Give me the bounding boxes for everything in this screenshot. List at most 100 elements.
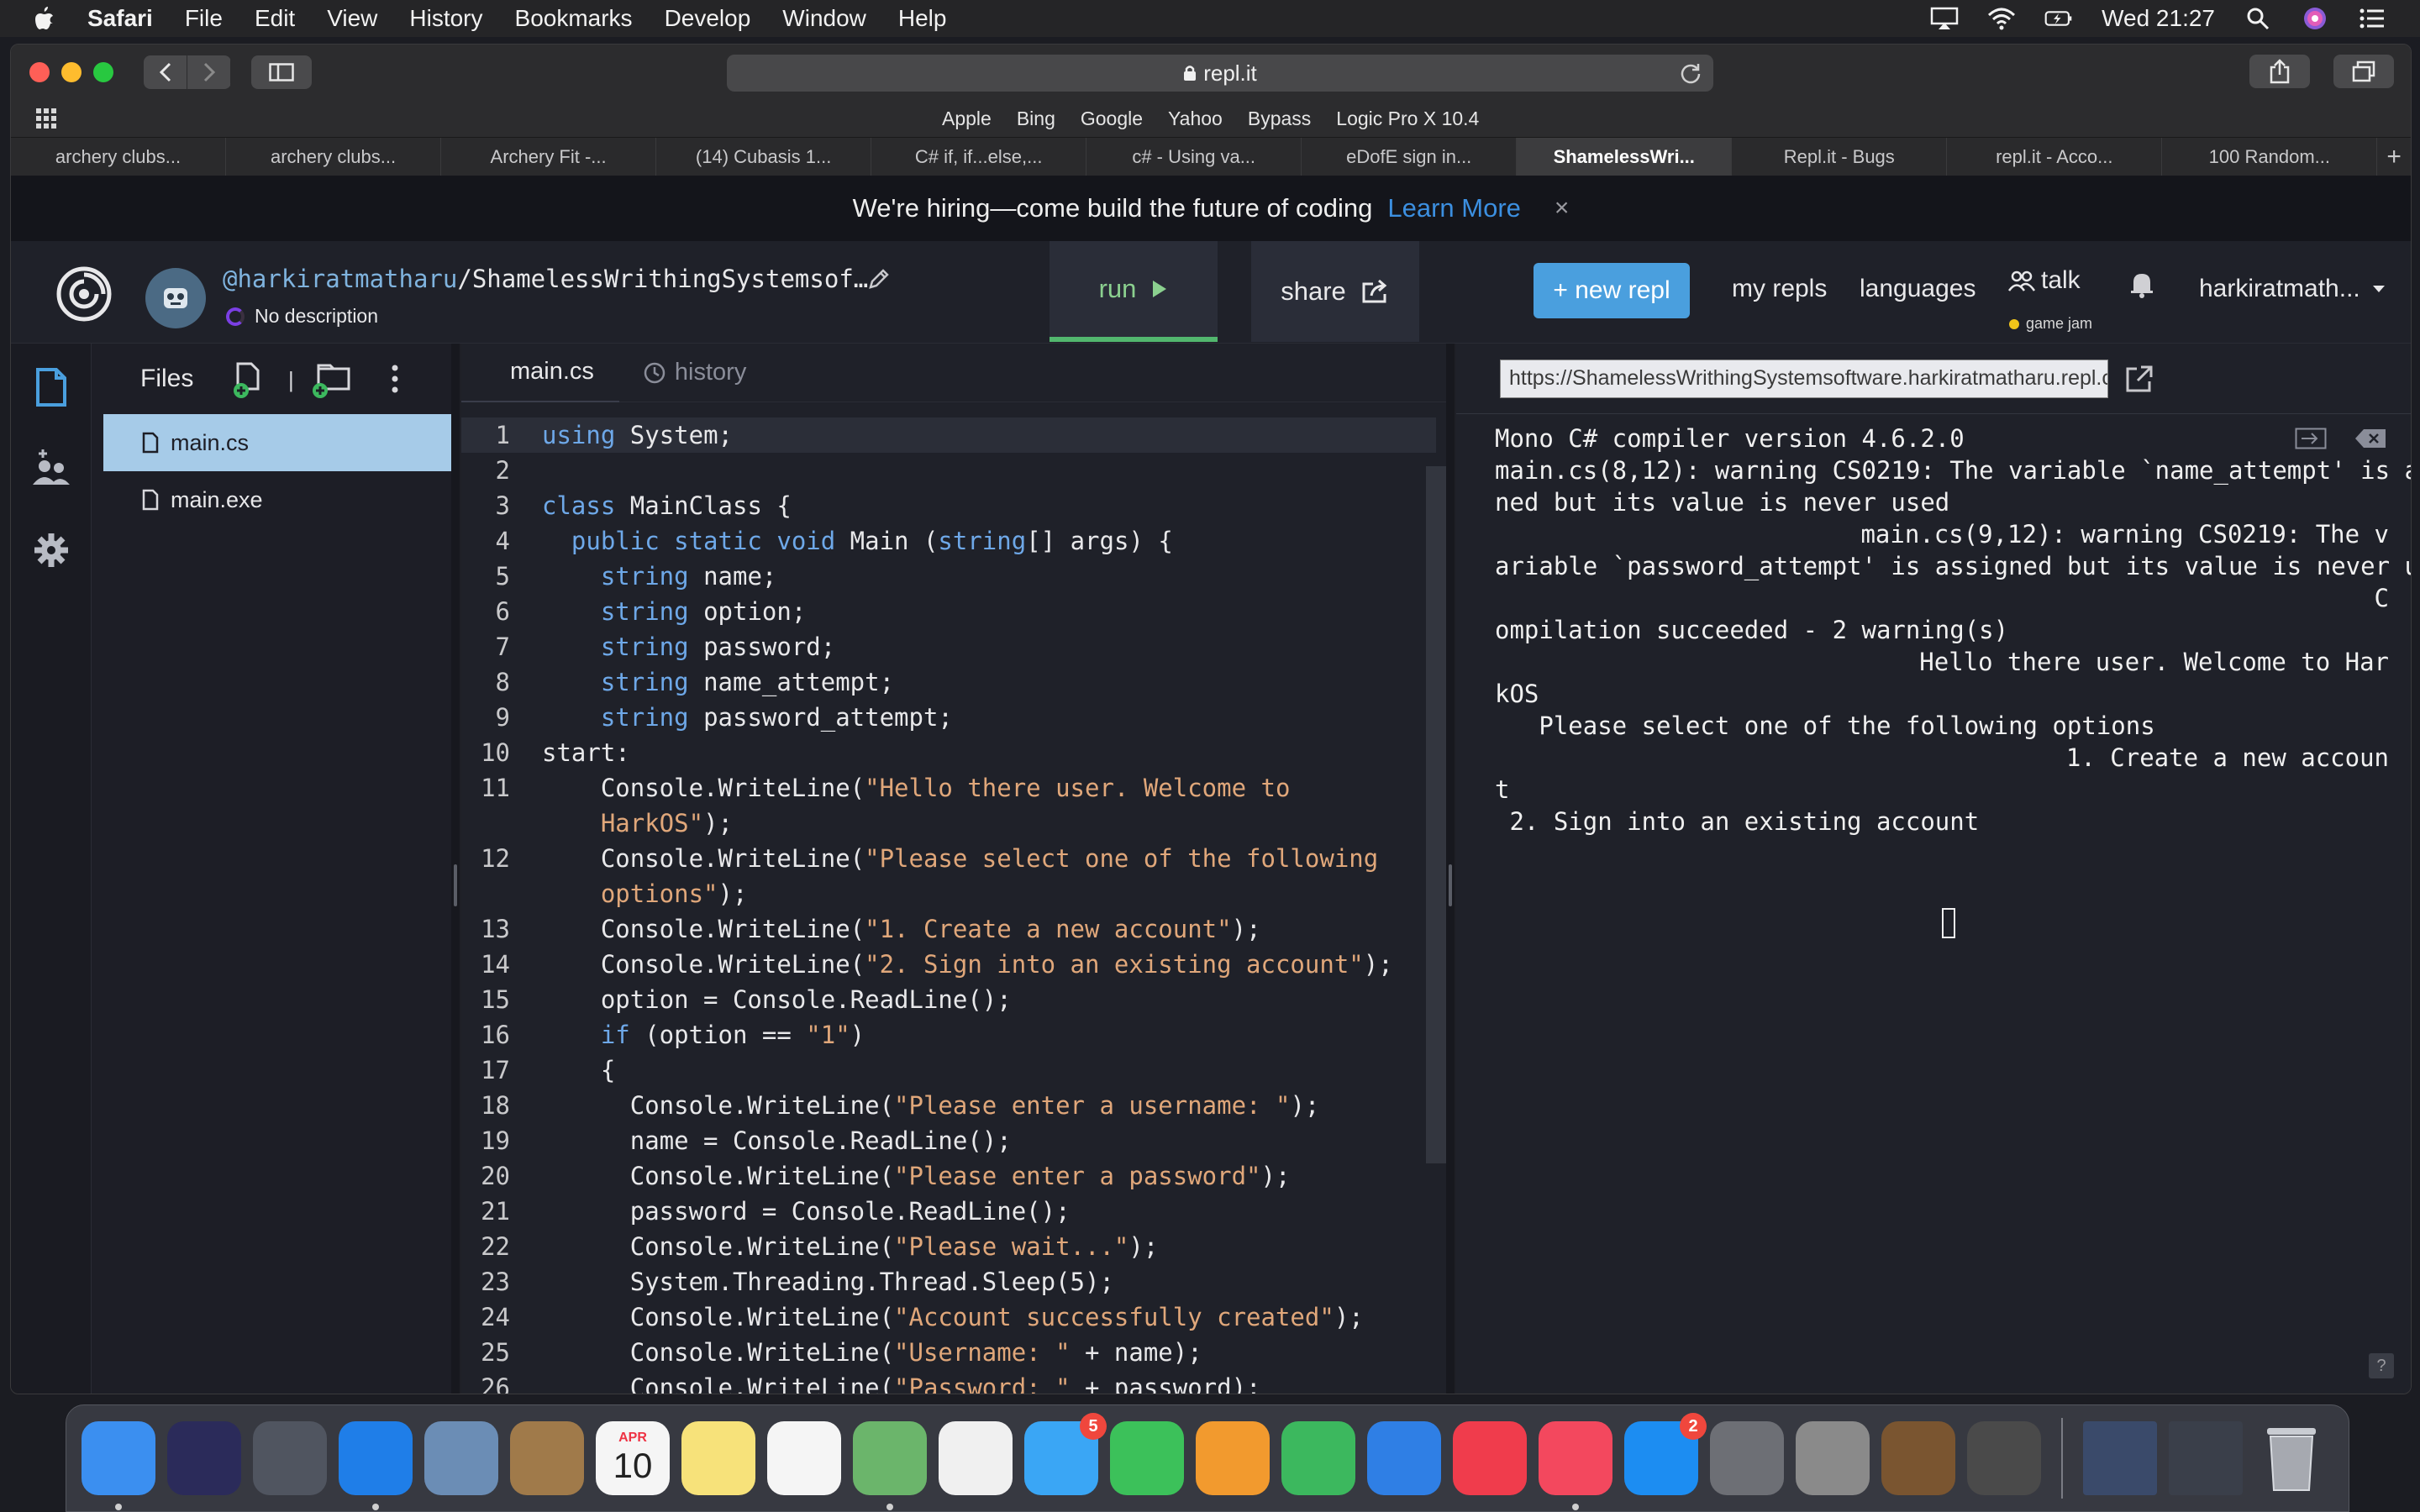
new-tab-button[interactable]: + bbox=[2377, 138, 2411, 176]
code-line[interactable]: 11 Console.WriteLine("Hello there user. … bbox=[461, 770, 1436, 806]
menu-bookmarks[interactable]: Bookmarks bbox=[515, 5, 633, 32]
dock-app-notes-icon[interactable] bbox=[681, 1421, 755, 1495]
code-area[interactable]: 1 using System; 2 3 class MainClass {4 publi… bbox=[461, 417, 1436, 1394]
browser-tab[interactable]: archery clubs... bbox=[226, 138, 442, 176]
game-jam-badge[interactable]: game jam bbox=[2009, 315, 2092, 333]
browser-tab[interactable]: Repl.it - Bugs bbox=[1732, 138, 1948, 176]
reload-icon[interactable] bbox=[1680, 62, 1702, 84]
close-window-button[interactable] bbox=[29, 62, 50, 82]
menu-clock[interactable]: Wed 21:27 bbox=[2102, 5, 2215, 32]
multiplayer-button[interactable] bbox=[31, 448, 71, 488]
menu-help[interactable]: Help bbox=[898, 5, 947, 32]
dock-app-logic-pro-x-icon[interactable] bbox=[1967, 1421, 2041, 1495]
code-line[interactable]: options"); bbox=[461, 876, 1436, 911]
favorite-google[interactable]: Google bbox=[1081, 108, 1143, 130]
menu-view[interactable]: View bbox=[327, 5, 377, 32]
dock-app-calendar-icon[interactable]: APR 10 bbox=[596, 1421, 670, 1495]
code-line[interactable]: 13 Console.WriteLine("1. Create a new ac… bbox=[461, 911, 1436, 947]
back-button[interactable] bbox=[144, 55, 187, 89]
minimize-window-button[interactable] bbox=[61, 62, 82, 82]
my-repls-link[interactable]: my repls bbox=[1732, 275, 1827, 303]
file-item-main-cs[interactable]: main.cs bbox=[103, 414, 451, 471]
dock-app-music-icon[interactable] bbox=[1539, 1421, 1612, 1510]
panel-resize-handle[interactable] bbox=[451, 344, 460, 1394]
dock-app-app-store-icon[interactable]: 2 bbox=[1624, 1413, 1707, 1495]
dock-minimized-window[interactable] bbox=[2169, 1421, 2243, 1495]
browser-tab[interactable]: 100 Random... bbox=[2162, 138, 2378, 176]
dock-app-photos-icon[interactable] bbox=[939, 1421, 1013, 1495]
spotlight-search-icon[interactable] bbox=[2244, 6, 2272, 31]
code-line[interactable]: 17 { bbox=[461, 1053, 1436, 1088]
code-line[interactable]: 7 string password; bbox=[461, 629, 1436, 664]
share-button[interactable]: share bbox=[1251, 241, 1419, 342]
dock-app-siri-icon[interactable] bbox=[167, 1421, 241, 1495]
add-file-icon[interactable] bbox=[233, 360, 266, 401]
files-panel-button[interactable] bbox=[31, 367, 71, 407]
run-button[interactable]: run bbox=[1050, 241, 1218, 342]
browser-tab-active[interactable]: ShamelessWri... bbox=[1517, 138, 1733, 176]
dock-app-finder-icon[interactable] bbox=[82, 1421, 155, 1510]
user-menu[interactable]: harkiratmath... bbox=[2199, 275, 2386, 303]
bell-icon[interactable] bbox=[2128, 270, 2155, 300]
code-line[interactable]: 4 public static void Main (string[] args… bbox=[461, 523, 1436, 559]
zoom-window-button[interactable] bbox=[93, 62, 113, 82]
open-in-new-tab-icon[interactable] bbox=[2125, 365, 2154, 393]
dock-trash-icon[interactable] bbox=[2254, 1421, 2328, 1495]
code-line[interactable]: 8 string name_attempt; bbox=[461, 664, 1436, 700]
forward-button[interactable] bbox=[187, 55, 231, 89]
code-line[interactable]: HarkOS"); bbox=[461, 806, 1436, 841]
notification-center-icon[interactable] bbox=[2358, 6, 2386, 31]
dock-app-system-preferences-icon[interactable] bbox=[1710, 1421, 1784, 1495]
favorites-grid-icon[interactable] bbox=[34, 107, 58, 130]
code-line[interactable]: 15 option = Console.ReadLine(); bbox=[461, 982, 1436, 1017]
dock-app-maps-icon[interactable] bbox=[853, 1421, 927, 1510]
browser-tab[interactable]: c# - Using va... bbox=[1086, 138, 1302, 176]
user-avatar[interactable] bbox=[145, 268, 206, 328]
tab-history[interactable]: history bbox=[619, 344, 771, 402]
browser-tab[interactable]: repl.it - Acco... bbox=[1947, 138, 2163, 176]
sidebar-toggle-button[interactable] bbox=[251, 55, 312, 89]
edit-pencil-icon[interactable] bbox=[866, 266, 892, 291]
code-line[interactable]: 22 Console.WriteLine("Please wait..."); bbox=[461, 1229, 1436, 1264]
code-line[interactable]: 10 start: bbox=[461, 735, 1436, 770]
tab-main-cs[interactable]: main.cs bbox=[461, 343, 619, 402]
address-bar[interactable]: repl.it bbox=[727, 55, 1713, 92]
menu-edit[interactable]: Edit bbox=[255, 5, 295, 32]
dock-app-mail-icon[interactable] bbox=[424, 1421, 498, 1495]
code-line[interactable]: 25 Console.WriteLine("Username: " + name… bbox=[461, 1335, 1436, 1370]
code-line[interactable]: 21 password = Console.ReadLine(); bbox=[461, 1194, 1436, 1229]
dock-app-news-icon[interactable] bbox=[1453, 1421, 1527, 1495]
repl-owner-link[interactable]: @harkiratmatharu bbox=[223, 265, 457, 293]
code-line[interactable]: 1 using System; bbox=[461, 417, 1436, 453]
repl-name[interactable]: ShamelessWrithingSystemsof… bbox=[472, 265, 868, 293]
menu-history[interactable]: History bbox=[409, 5, 482, 32]
repl-description[interactable]: No description bbox=[226, 305, 378, 328]
favorite-apple[interactable]: Apple bbox=[942, 108, 992, 130]
code-line[interactable]: 23 System.Threading.Thread.Sleep(5); bbox=[461, 1264, 1436, 1299]
browser-tab[interactable]: Archery Fit -... bbox=[441, 138, 657, 176]
dock-app-calculator-icon[interactable] bbox=[1796, 1421, 1870, 1495]
battery-icon[interactable] bbox=[2044, 6, 2073, 31]
code-line[interactable]: 6 string option; bbox=[461, 594, 1436, 629]
code-line[interactable]: 20 Console.WriteLine("Please enter a pas… bbox=[461, 1158, 1436, 1194]
dock-app-keynote-icon[interactable] bbox=[1367, 1421, 1441, 1495]
dock-app-facetime-icon[interactable] bbox=[1110, 1421, 1184, 1495]
panel-resize-handle[interactable] bbox=[1446, 344, 1455, 1394]
more-options-icon[interactable] bbox=[391, 364, 399, 394]
dock-app-numbers-icon[interactable] bbox=[1281, 1421, 1355, 1495]
show-tabs-button[interactable] bbox=[2333, 55, 2394, 88]
code-line[interactable]: 2 bbox=[461, 453, 1436, 488]
menu-file[interactable]: File bbox=[185, 5, 223, 32]
webview-url-input[interactable]: https://ShamelessWrithingSystemsoftware.… bbox=[1500, 359, 2108, 398]
code-line[interactable]: 5 string name; bbox=[461, 559, 1436, 594]
wifi-icon[interactable] bbox=[1987, 6, 2016, 31]
dock-app-garageband-icon[interactable] bbox=[1881, 1421, 1955, 1495]
share-page-button[interactable] bbox=[2249, 55, 2310, 88]
languages-link[interactable]: languages bbox=[1860, 275, 1975, 303]
settings-button[interactable] bbox=[31, 530, 71, 570]
apple-menu-icon[interactable] bbox=[35, 7, 54, 30]
new-repl-button[interactable]: + new repl bbox=[1534, 263, 1690, 318]
editor-scrollbar[interactable] bbox=[1426, 466, 1446, 1163]
learn-more-link[interactable]: Learn More bbox=[1387, 193, 1521, 223]
code-line[interactable]: 24 Console.WriteLine("Account successful… bbox=[461, 1299, 1436, 1335]
